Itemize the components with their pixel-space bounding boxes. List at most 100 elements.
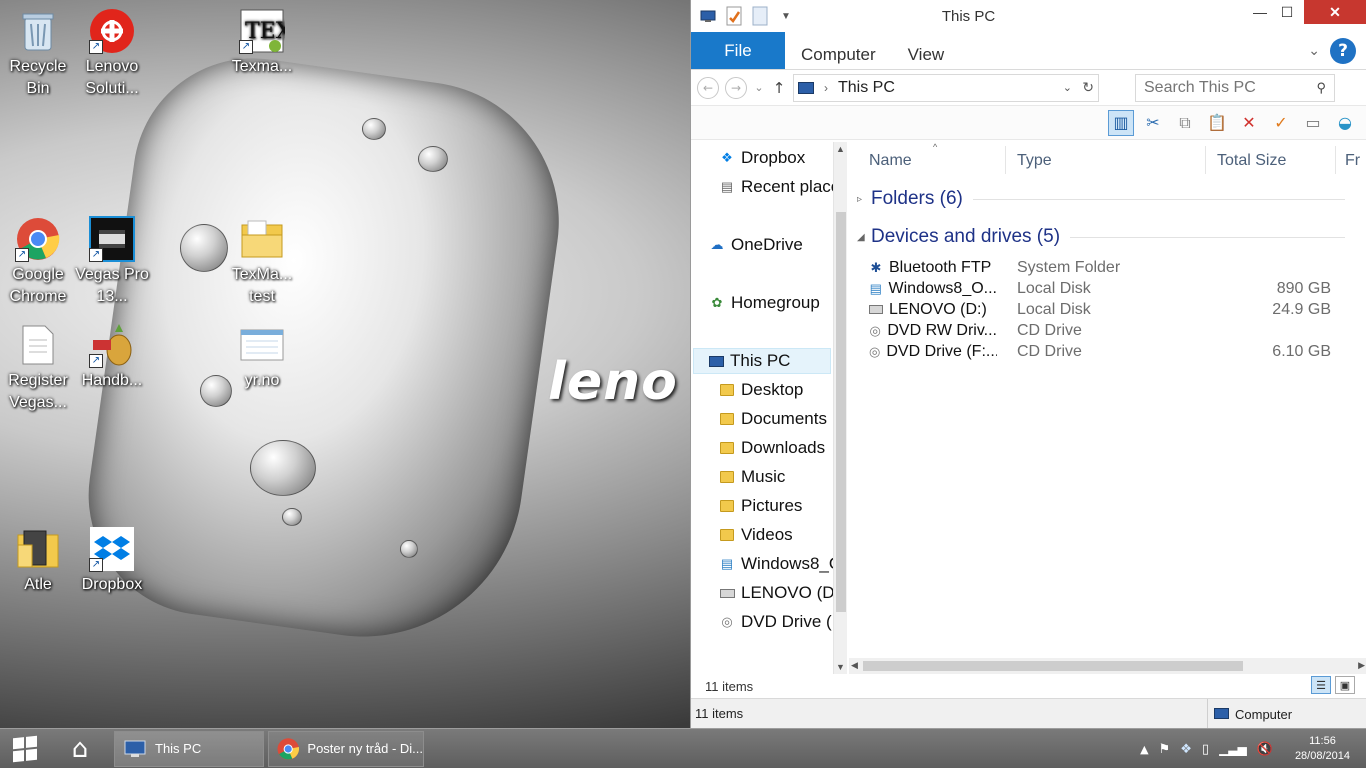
dropbox-tray-icon[interactable]: ❖ <box>1180 742 1192 757</box>
breadcrumb-this-pc[interactable]: This PC <box>838 79 895 97</box>
desktop-icon-google-chrome[interactable]: ↗ Google Chrome <box>0 212 76 308</box>
desktop-icon-atle[interactable]: Atle <box>0 522 76 596</box>
nav-item-recent-places[interactable]: ▤ Recent places <box>719 174 847 200</box>
column-header-name[interactable]: Name <box>869 152 912 170</box>
group-header-devices[interactable]: ◢ Devices and drives (5) <box>857 226 1345 248</box>
help-button[interactable]: ? <box>1330 38 1356 64</box>
address-path[interactable]: › This PC ⌄ ↻ <box>793 73 1099 102</box>
scroll-left-arrow-icon[interactable]: ◀ <box>851 660 858 671</box>
column-header-total-size[interactable]: Total Size <box>1217 152 1286 170</box>
large-icons-view-icon[interactable]: ▣ <box>1335 676 1355 694</box>
taskbar-item-this-pc[interactable]: This PC <box>114 730 264 767</box>
horizontal-scrollbar[interactable]: ◀ ▶ <box>849 658 1366 674</box>
checkmark-icon[interactable]: ✓ <box>1268 110 1294 136</box>
clock[interactable]: 11:56 28/08/2014 <box>1295 734 1350 764</box>
list-item[interactable]: ✱ Bluetooth FTP System Folder <box>869 257 1339 278</box>
details-view-icon[interactable]: ☰ <box>1311 676 1331 694</box>
action-center-flag-icon[interactable]: ⚑ <box>1159 742 1171 757</box>
desktop-icon-handbrake[interactable]: ↗ Handb... <box>74 318 150 392</box>
nav-item-windows8-os[interactable]: ▤ Windows8_OS <box>719 551 847 577</box>
refresh-icon[interactable]: ↻ <box>1082 79 1094 96</box>
search-icon[interactable]: ⚲ <box>1316 80 1326 96</box>
column-divider[interactable] <box>1205 146 1206 174</box>
nav-item-dropbox[interactable]: ❖ Dropbox <box>719 145 805 171</box>
rename-icon[interactable]: ▭ <box>1300 110 1326 136</box>
nav-item-videos[interactable]: Videos <box>719 522 793 548</box>
expand-triangle-icon[interactable]: ▹ <box>857 194 871 205</box>
column-header-free-space[interactable]: Fr <box>1345 152 1360 170</box>
desktop-icon-yr-no[interactable]: yr.no <box>224 318 300 392</box>
search-box[interactable]: ⚲ <box>1135 73 1335 102</box>
nav-item-dvd-drive[interactable]: ◎ DVD Drive (F:) <box>719 609 847 635</box>
nav-item-lenovo-d[interactable]: LENOVO (D:) <box>719 580 845 606</box>
customize-qat-chevron-icon[interactable]: ▼ <box>775 4 797 28</box>
paste-icon[interactable]: 📋 <box>1204 110 1230 136</box>
desktop-icon-texmaker[interactable]: TEX ↗ Texma... <box>224 4 300 78</box>
explorer-window: ▼ This PC — ☐ ✕ File Computer View ⌄ ? ←… <box>690 0 1366 729</box>
nav-pane-scroll-thumb[interactable] <box>836 212 846 612</box>
copy-icon[interactable]: ⧉ <box>1172 110 1198 136</box>
desktop-icon-recycle-bin[interactable]: Recycle Bin <box>0 4 76 100</box>
folder-icon <box>719 411 735 427</box>
breadcrumb-chevron-icon[interactable]: › <box>824 81 828 95</box>
new-folder-icon[interactable] <box>749 4 771 28</box>
list-item[interactable]: LENOVO (D:) Local Disk 24.9 GB <box>869 299 1339 320</box>
maximize-button[interactable]: ☐ <box>1274 0 1300 24</box>
navigation-pane-icon[interactable]: ▥ <box>1108 109 1134 136</box>
battery-icon[interactable]: ▯ <box>1202 742 1209 757</box>
list-item[interactable]: ▤ Windows8_O... Local Disk 890 GB <box>869 278 1339 299</box>
start-button[interactable] <box>0 729 50 768</box>
properties-icon[interactable] <box>723 4 745 28</box>
nav-item-pictures[interactable]: Pictures <box>719 493 802 519</box>
group-header-folders[interactable]: ▹ Folders (6) <box>857 188 1345 210</box>
desktop-icon-dropbox[interactable]: ↗ Dropbox <box>74 522 150 596</box>
title-bar[interactable]: ▼ This PC — ☐ ✕ <box>691 0 1366 32</box>
nav-item-music[interactable]: Music <box>719 464 785 490</box>
up-button[interactable]: ↑ <box>771 79 787 97</box>
column-divider[interactable] <box>1335 146 1336 174</box>
network-signal-icon[interactable]: ▁▃▅ <box>1219 742 1247 756</box>
recent-locations-chevron-icon[interactable]: ⌄ <box>753 81 765 94</box>
nav-item-onedrive[interactable]: ☁ OneDrive <box>709 232 803 258</box>
list-item[interactable]: ◎ DVD RW Driv... CD Drive <box>869 320 1339 341</box>
shell-icon[interactable]: ◒ <box>1332 110 1358 136</box>
nav-pane-scrollbar[interactable]: ▲ ▼ <box>833 142 847 674</box>
back-button[interactable]: ← <box>697 76 719 99</box>
nav-item-desktop[interactable]: Desktop <box>719 377 803 403</box>
show-hidden-icons-icon[interactable]: ▲ <box>1140 743 1148 756</box>
column-divider[interactable] <box>1005 146 1006 174</box>
desktop-icon-lenovo-solutions[interactable]: ↗ Lenovo Soluti... <box>74 4 150 100</box>
tab-file[interactable]: File <box>691 32 785 69</box>
home-icon[interactable]: ⌂ <box>50 729 110 768</box>
desktop-icon-register-vegas[interactable]: Register Vegas... <box>0 318 76 414</box>
column-header-type[interactable]: Type <box>1017 152 1052 170</box>
window-system-icon[interactable] <box>697 4 719 28</box>
nav-item-documents[interactable]: Documents <box>719 406 827 432</box>
horizontal-scroll-thumb[interactable] <box>863 661 1243 671</box>
nav-item-this-pc[interactable]: This PC <box>693 348 831 374</box>
delete-icon[interactable]: ✕ <box>1236 110 1262 136</box>
address-dropdown-icon[interactable]: ⌄ <box>1063 81 1072 94</box>
close-button[interactable]: ✕ <box>1304 0 1366 24</box>
volume-muted-icon[interactable]: 🔇 <box>1257 742 1273 757</box>
scroll-down-arrow-icon[interactable]: ▼ <box>836 662 845 672</box>
expand-ribbon-chevron-icon[interactable]: ⌄ <box>1308 43 1320 59</box>
wallpaper-bubble <box>282 508 302 526</box>
desktop-icon-label: Register Vegas... <box>8 372 68 411</box>
minimize-button[interactable]: — <box>1246 0 1274 24</box>
scroll-right-arrow-icon[interactable]: ▶ <box>1358 660 1365 671</box>
desktop-icon-vegas-pro[interactable]: ↗ Vegas Pro 13... <box>74 212 150 308</box>
collapse-triangle-icon[interactable]: ◢ <box>857 232 871 243</box>
desktop-icon-texmaker-test[interactable]: TexMa... test <box>224 212 300 308</box>
search-input[interactable] <box>1144 78 1304 97</box>
forward-button[interactable]: → <box>725 76 747 99</box>
taskbar-item-chrome[interactable]: Poster ny tråd - Di... <box>268 730 424 767</box>
scroll-up-arrow-icon[interactable]: ▲ <box>836 144 845 154</box>
tab-view[interactable]: View <box>892 40 961 69</box>
nav-item-downloads[interactable]: Downloads <box>719 435 825 461</box>
cut-icon[interactable]: ✂ <box>1140 110 1166 136</box>
nav-item-homegroup[interactable]: ✿ Homegroup <box>709 290 820 316</box>
tab-computer[interactable]: Computer <box>785 40 892 69</box>
status-bar: 11 items ☰ ▣ <box>691 674 1366 698</box>
list-item[interactable]: ◎ DVD Drive (F:... CD Drive 6.10 GB <box>869 341 1339 362</box>
